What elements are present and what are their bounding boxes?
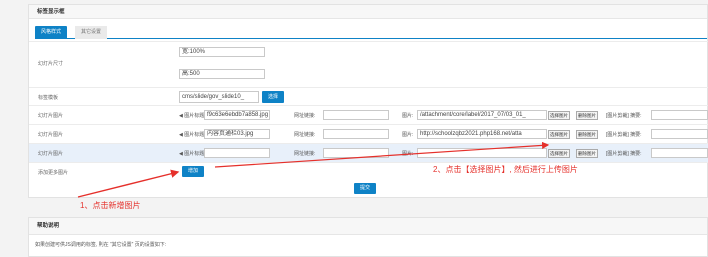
- annotation-step-1: 1、点击新增图片: [80, 201, 141, 210]
- annotation-step-2: 2、点击【选择图片】, 然后进行上传图片: [433, 165, 578, 174]
- annotation-arrows: [77, 141, 550, 198]
- arrow-to-add-button: [77, 169, 180, 198]
